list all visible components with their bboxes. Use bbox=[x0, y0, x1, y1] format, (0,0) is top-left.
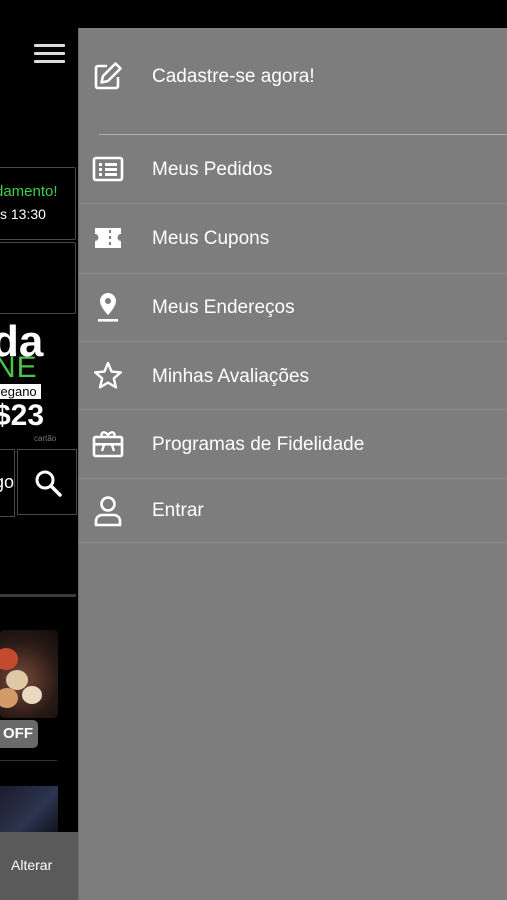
promo-banner[interactable]: da NE vegano $23 cartão bbox=[0, 318, 78, 446]
menu-item-login[interactable]: Entrar bbox=[79, 478, 507, 546]
menu-item-label: Minhas Avaliações bbox=[152, 366, 310, 387]
search-icon bbox=[35, 470, 62, 497]
list-divider bbox=[0, 760, 57, 761]
menu-item-reviews[interactable]: Minhas Avaliações bbox=[79, 342, 507, 410]
menu-item-label: Entrar bbox=[152, 500, 204, 521]
menu-divider bbox=[79, 542, 507, 543]
search-input-text: go bbox=[0, 472, 15, 492]
star-icon bbox=[94, 361, 122, 389]
store-status-title: damento! bbox=[0, 183, 58, 200]
location-pin-icon bbox=[98, 293, 118, 322]
store-status-time: s 13:30 bbox=[0, 206, 46, 222]
hamburger-menu-icon[interactable] bbox=[34, 44, 66, 66]
list-icon bbox=[92, 156, 124, 182]
menu-item-register[interactable]: Cadastre-se agora! bbox=[79, 42, 507, 110]
user-icon bbox=[94, 496, 122, 527]
banner-footnote: cartão bbox=[34, 434, 57, 443]
banner-price: $23 bbox=[0, 399, 45, 432]
discount-badge: OFF bbox=[0, 720, 38, 748]
menu-item-orders[interactable]: Meus Pedidos bbox=[79, 135, 507, 203]
section-divider bbox=[0, 594, 76, 597]
edit-icon bbox=[94, 62, 122, 90]
menu-item-label: Meus Pedidos bbox=[152, 159, 273, 180]
gift-icon bbox=[92, 431, 124, 458]
search-button[interactable] bbox=[17, 449, 77, 515]
product-image-2[interactable] bbox=[0, 786, 58, 832]
banner-tag: vegano bbox=[0, 384, 41, 399]
alterar-button[interactable]: Alterar bbox=[11, 857, 52, 873]
banner-subheading: NE bbox=[0, 351, 38, 384]
menu-item-label: Meus Cupons bbox=[152, 228, 270, 249]
menu-item-label: Programas de Fidelidade bbox=[152, 434, 365, 455]
menu-item-addresses[interactable]: Meus Endereços bbox=[79, 273, 507, 341]
menu-item-label: Cadastre-se agora! bbox=[152, 66, 315, 87]
product-image[interactable] bbox=[0, 630, 58, 718]
info-card bbox=[0, 242, 76, 314]
background-app: damento! s 13:30 da NE vegano $23 cartão… bbox=[0, 0, 78, 900]
menu-item-coupons[interactable]: Meus Cupons bbox=[79, 204, 507, 272]
menu-item-label: Meus Endereços bbox=[152, 297, 295, 318]
menu-item-loyalty[interactable]: Programas de Fidelidade bbox=[79, 410, 507, 478]
navigation-drawer: Cadastre-se agora! Meus Pedidos Meus Cup… bbox=[78, 28, 507, 900]
store-status-card bbox=[0, 167, 76, 240]
ticket-icon bbox=[95, 228, 121, 248]
